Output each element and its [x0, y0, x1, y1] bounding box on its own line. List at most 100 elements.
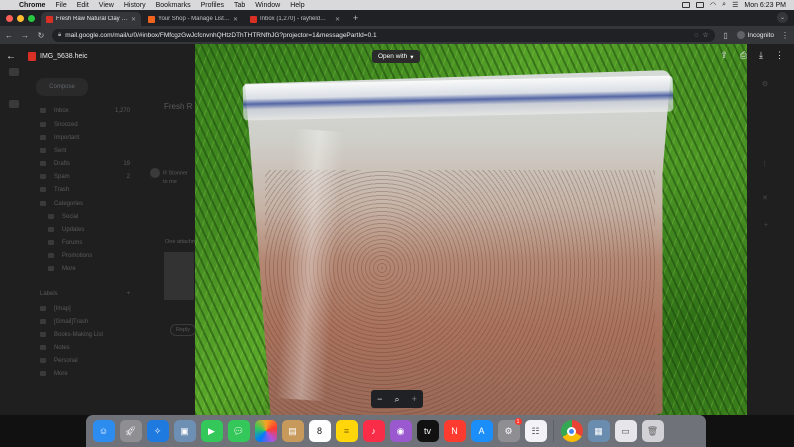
preview-icon[interactable]: ▣ — [173, 420, 196, 442]
viewer-actions: ⇪ ⎙ ⤓ ⋮ — [720, 50, 784, 61]
chat-icon — [9, 100, 19, 108]
clock[interactable]: Mon 6:23 PM — [744, 2, 786, 9]
zoom-window-button[interactable] — [28, 15, 35, 22]
folder-inbox: Inbox 1,270 — [40, 108, 130, 114]
lock-icon[interactable]: 🔒︎ — [58, 32, 61, 39]
reply-button: Reply — [170, 324, 197, 336]
minimize-window-button[interactable] — [17, 15, 24, 22]
folder-label: Inbox — [54, 108, 69, 114]
trash-icon[interactable]: 🗑︎ — [641, 420, 664, 442]
tab-fresh-raw-clay[interactable]: Fresh Raw Natural Clay Fresh ✕ — [41, 12, 141, 26]
close-tab-icon[interactable]: ✕ — [233, 16, 238, 23]
status-area: ◠ ⌕ ☰ Mon 6:23 PM — [682, 1, 794, 9]
folder-label: Promotions — [62, 253, 93, 259]
forward-arrow-icon[interactable]: → — [20, 31, 30, 40]
url-text[interactable]: mail.google.com/mail/u/0/#inbox/FMfcgzGw… — [65, 32, 690, 39]
label-text: More — [54, 371, 68, 377]
image-file-icon — [28, 51, 36, 61]
open-with-button[interactable]: Open with ▾ — [372, 50, 420, 63]
finder-icon[interactable]: ☺ — [92, 420, 115, 442]
eye-slash-icon[interactable]: ◌ — [694, 32, 698, 39]
email-sender: R Stonner to me — [150, 168, 188, 186]
add-to-drive-icon[interactable]: ⇪ — [720, 50, 728, 61]
download-icon[interactable]: ⤓ — [759, 50, 763, 61]
folder-updates: Updates — [48, 227, 138, 233]
back-arrow-icon[interactable]: ← — [4, 31, 14, 40]
close-tab-icon[interactable]: ✕ — [131, 16, 136, 23]
more-icon[interactable]: ⋮ — [775, 50, 784, 61]
address-bar[interactable]: 🔒︎ mail.google.com/mail/u/0/#inbox/FMfcg… — [52, 28, 715, 42]
close-window-button[interactable] — [6, 15, 13, 22]
podcasts-icon[interactable]: ◉ — [389, 420, 412, 442]
messages-icon[interactable]: 💬︎ — [227, 420, 250, 442]
label-icon — [40, 201, 46, 206]
search-icon[interactable]: ⌕ — [722, 1, 726, 9]
safari-icon[interactable]: ✧ — [146, 420, 169, 442]
tab-your-shop[interactable]: Your Shop - Manage Listings ✕ — [143, 12, 243, 26]
menu-edit[interactable]: Edit — [72, 2, 94, 9]
menu-view[interactable]: View — [94, 2, 119, 9]
tab-search-chevron-icon[interactable]: ⌄ — [777, 12, 788, 23]
tv-label: tv — [423, 426, 431, 436]
control-center-icon[interactable]: ☰ — [732, 1, 738, 9]
folder-label: Categories — [54, 201, 84, 207]
label-icon — [40, 345, 46, 350]
menu-history[interactable]: History — [119, 2, 151, 9]
menu-file[interactable]: File — [50, 2, 71, 9]
menu-help[interactable]: Help — [285, 2, 309, 9]
battery-icon[interactable] — [696, 2, 705, 8]
incognito-profile-button[interactable]: Incognito — [736, 31, 774, 39]
kebab-menu-icon[interactable]: ⋮ — [780, 31, 790, 40]
clock-icon — [40, 122, 46, 127]
facetime-icon[interactable]: ▶ — [200, 420, 223, 442]
back-arrow-icon[interactable]: ← — [6, 51, 22, 62]
close-tab-icon[interactable]: ✕ — [335, 16, 340, 23]
zoom-in-icon[interactable]: + — [412, 394, 417, 404]
system-preferences-icon[interactable]: ⚙ 1 — [497, 418, 522, 442]
magnifier-icon[interactable]: ⌕ — [394, 394, 399, 405]
print-icon[interactable]: ⎙ — [740, 50, 747, 61]
menu-bookmarks[interactable]: Bookmarks — [151, 2, 196, 9]
label-item: More — [40, 371, 130, 377]
wifi-icon[interactable]: ◠ — [710, 1, 716, 9]
screen-icon[interactable] — [682, 2, 691, 8]
folder-label: Snoozed — [54, 122, 78, 128]
label-text: Personal — [54, 358, 78, 364]
menu-tab[interactable]: Tab — [229, 2, 250, 9]
tab-inbox[interactable]: Inbox (1,270) - rayfield@tho ✕ — [245, 12, 345, 26]
bookmark-star-icon[interactable]: ☆ — [702, 31, 708, 39]
chrome-icon[interactable] — [560, 420, 583, 442]
labels-title: Labels — [40, 291, 58, 297]
chevron-down-icon — [48, 266, 54, 271]
music-icon[interactable]: ♪ — [362, 420, 385, 442]
calendar-day: 8 — [316, 426, 322, 436]
label-text: [Imap] — [54, 306, 71, 312]
news-icon[interactable]: N — [443, 420, 466, 442]
apple-tv-icon[interactable]: tv — [416, 420, 439, 442]
reminders-icon[interactable]: ☷ — [524, 420, 547, 442]
side-panel-icon[interactable]: ▯ — [721, 31, 731, 40]
label-item: Notes — [40, 345, 130, 351]
notefile-icon[interactable]: ▤ — [281, 420, 304, 442]
label-icon — [40, 306, 46, 311]
calendar-icon[interactable]: 8 — [308, 420, 331, 442]
label-text: Books-Making List — [54, 332, 104, 338]
sender-name: R Stonner — [163, 170, 188, 177]
launchpad-icon[interactable]: 🚀︎ — [119, 420, 142, 442]
new-tab-icon[interactable]: + — [347, 13, 364, 26]
app-store-icon[interactable]: A — [470, 420, 493, 442]
info-icon — [48, 227, 54, 232]
notes-icon[interactable]: ≡ — [335, 420, 358, 442]
photos-icon[interactable] — [254, 420, 277, 442]
photo-viewer-icon[interactable]: ▦ — [587, 420, 610, 442]
tab-title: Fresh Raw Natural Clay Fresh — [56, 16, 128, 22]
zoom-out-icon[interactable]: − — [377, 394, 382, 404]
reload-icon[interactable]: ↻ — [36, 31, 46, 40]
folder-trash: Trash — [40, 187, 130, 193]
menu-app-name[interactable]: Chrome — [14, 2, 50, 9]
documents-icon[interactable]: ▭ — [614, 420, 637, 442]
menu-profiles[interactable]: Profiles — [196, 2, 229, 9]
label-item: Personal — [40, 358, 130, 364]
label-text: [Gmail]Trash — [54, 319, 89, 325]
menu-window[interactable]: Window — [250, 2, 285, 9]
